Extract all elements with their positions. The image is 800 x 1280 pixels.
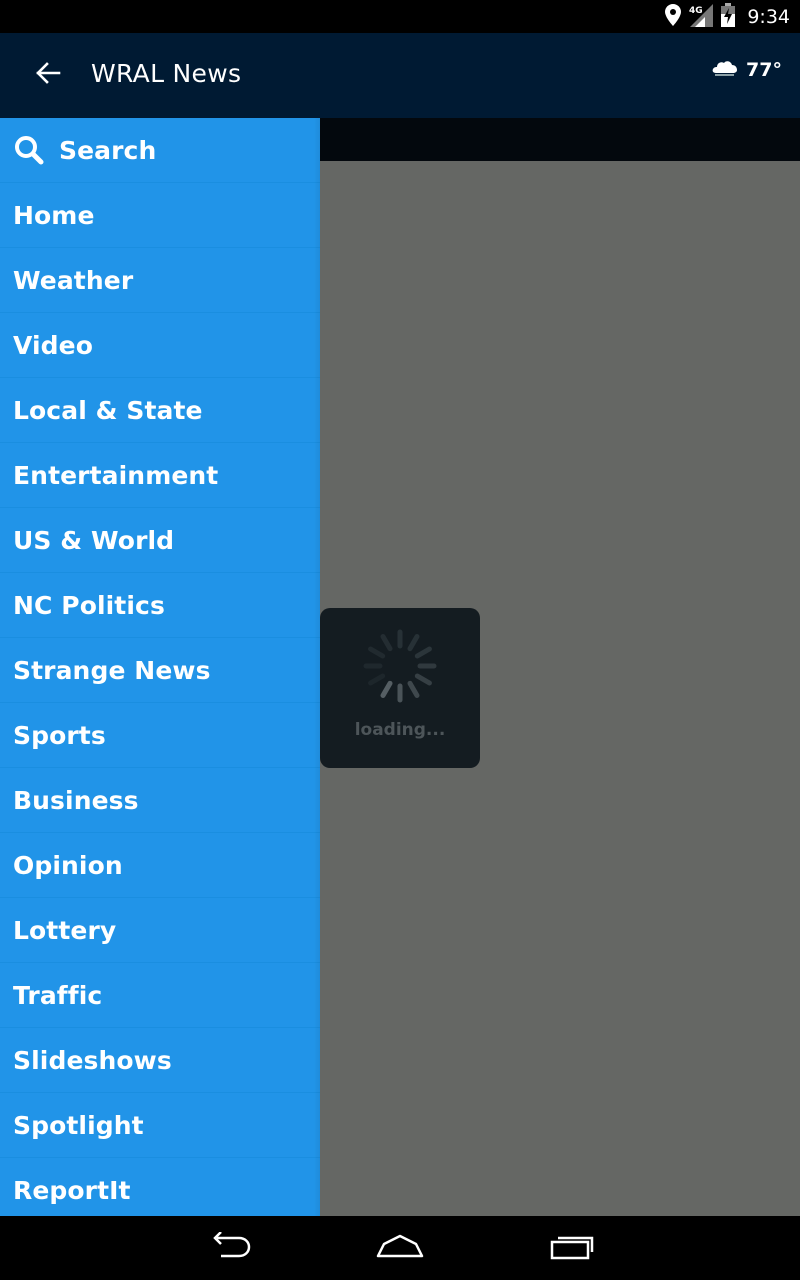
drawer-item-reportit[interactable]: ReportIt <box>0 1158 320 1216</box>
back-icon <box>207 1231 253 1264</box>
search-icon <box>13 134 45 166</box>
drawer-item-local-and-state[interactable]: Local & State <box>0 378 320 443</box>
system-back-button[interactable] <box>200 1228 260 1268</box>
loading-text: loading... <box>354 720 446 740</box>
drawer-item-label: US & World <box>13 525 175 555</box>
drawer-item-slideshows[interactable]: Slideshows <box>0 1028 320 1093</box>
drawer-item-weather[interactable]: Weather <box>0 248 320 313</box>
drawer-item-label: Traffic <box>13 980 103 1010</box>
battery-icon <box>721 2 736 31</box>
drawer-item-entertainment[interactable]: Entertainment <box>0 443 320 508</box>
system-home-button[interactable] <box>370 1228 430 1268</box>
app-title: WRAL News <box>91 59 242 88</box>
signal-4g-icon: 4G <box>689 3 714 31</box>
drawer-item-label: Weather <box>13 265 134 295</box>
recents-icon <box>548 1232 596 1264</box>
drawer-item-label: Spotlight <box>13 1110 144 1140</box>
drawer-item-label: Business <box>13 785 139 815</box>
status-icons: 4G 9:34 <box>665 0 790 33</box>
drawer-item-traffic[interactable]: Traffic <box>0 963 320 1028</box>
drawer-item-search[interactable]: Search <box>0 118 320 183</box>
app-screen: 4G 9:34 WRAL News 77° loading... Search … <box>0 0 800 1280</box>
svg-text:4G: 4G <box>689 6 703 16</box>
arrow-left-icon <box>35 62 61 88</box>
system-nav-bar <box>0 1216 800 1280</box>
drawer-item-us-and-world[interactable]: US & World <box>0 508 320 573</box>
drawer-item-business[interactable]: Business <box>0 768 320 833</box>
home-icon <box>374 1232 426 1264</box>
drawer-item-label: Video <box>13 330 94 360</box>
drawer-item-label: Opinion <box>13 850 123 880</box>
drawer-item-nc-politics[interactable]: NC Politics <box>0 573 320 638</box>
back-button[interactable] <box>28 53 68 97</box>
drawer-item-video[interactable]: Video <box>0 313 320 378</box>
drawer-item-spotlight[interactable]: Spotlight <box>0 1093 320 1158</box>
location-icon <box>665 3 682 30</box>
drawer-item-label: Lottery <box>13 915 117 945</box>
drawer-item-label: Slideshows <box>13 1045 172 1075</box>
drawer-edge <box>314 118 320 1216</box>
status-bar: 4G 9:34 <box>0 0 800 33</box>
drawer-item-label: NC Politics <box>13 590 165 620</box>
drawer-item-label: Strange News <box>13 655 211 685</box>
drawer-item-list: Home Weather Video Local & State Entertainme… <box>0 183 320 1216</box>
drawer-item-label: Local & State <box>13 395 203 425</box>
loading-dialog: loading... <box>320 608 480 768</box>
drawer-item-home[interactable]: Home <box>0 183 320 248</box>
drawer-item-label: Home <box>13 200 95 230</box>
drawer-item-label: Entertainment <box>13 460 219 490</box>
navigation-drawer: Search Home Weather Video Local & State Ente… <box>0 118 320 1216</box>
action-bar: WRAL News 77° <box>0 33 800 118</box>
drawer-item-strange-news[interactable]: Strange News <box>0 638 320 703</box>
weather-widget[interactable]: 77° <box>712 59 782 81</box>
partly-cloudy-icon <box>712 59 738 81</box>
drawer-item-label: ReportIt <box>13 1175 131 1205</box>
drawer-item-label: Search <box>59 135 157 165</box>
drawer-item-lottery[interactable]: Lottery <box>0 898 320 963</box>
drawer-item-opinion[interactable]: Opinion <box>0 833 320 898</box>
drawer-item-label: Sports <box>13 720 106 750</box>
status-time: 9:34 <box>747 5 790 28</box>
weather-temperature: 77° <box>746 59 782 81</box>
system-recents-button[interactable] <box>542 1228 602 1268</box>
loading-spinner-icon <box>363 629 437 703</box>
drawer-item-sports[interactable]: Sports <box>0 703 320 768</box>
